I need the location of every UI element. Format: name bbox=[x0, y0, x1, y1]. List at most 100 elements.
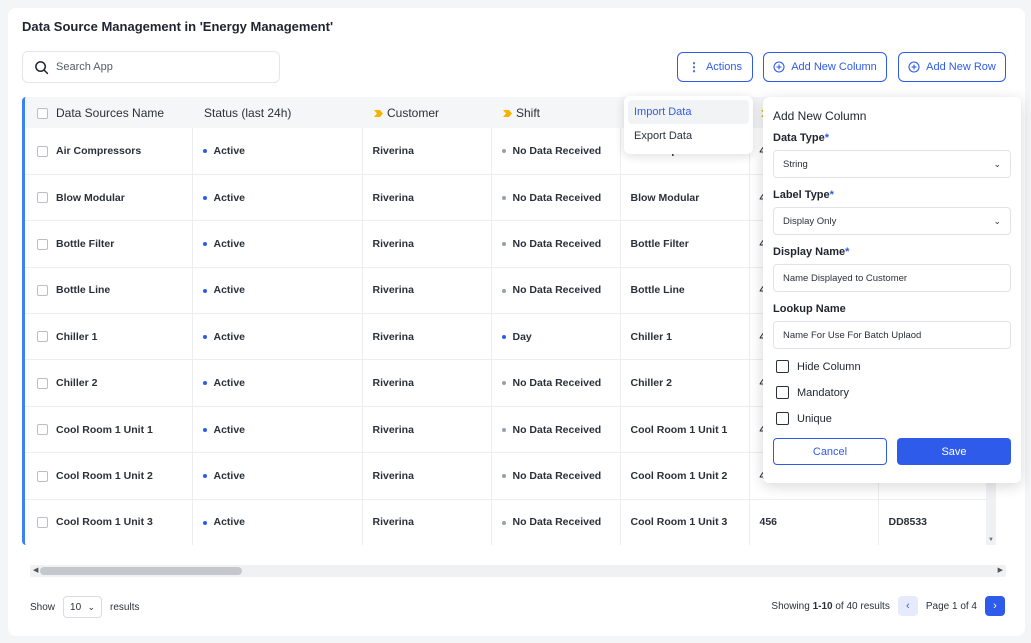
search-icon bbox=[35, 60, 49, 74]
cell-status: Active bbox=[192, 359, 363, 407]
flag-icon bbox=[503, 109, 512, 117]
table-cell: Bottle Filter bbox=[620, 220, 750, 268]
checkbox-box[interactable] bbox=[776, 360, 789, 373]
export-data-menu-item[interactable]: Export Data bbox=[628, 124, 749, 148]
unique-checkbox[interactable]: Unique bbox=[776, 412, 1011, 425]
row-checkbox[interactable] bbox=[37, 517, 48, 529]
previous-page-button[interactable]: ‹ bbox=[897, 596, 918, 616]
scroll-right-arrow-icon[interactable]: ▶ bbox=[998, 566, 1003, 574]
chevron-down-icon: ⌄ bbox=[993, 215, 1001, 226]
horizontal-scroll-thumb[interactable] bbox=[40, 567, 242, 575]
row-checkbox[interactable] bbox=[37, 285, 48, 297]
import-data-menu-item[interactable]: Import Data bbox=[628, 100, 749, 124]
cell-shift: No Data Received bbox=[491, 452, 621, 500]
table-cell: Chiller 2 bbox=[620, 359, 750, 407]
status-dot bbox=[501, 149, 506, 154]
add-new-row-button[interactable]: Add New Row bbox=[898, 52, 1006, 82]
cell-status: Active bbox=[192, 220, 363, 268]
next-page-button[interactable]: › bbox=[985, 596, 1005, 616]
table-cell: Riverina bbox=[362, 406, 492, 453]
page-title: Data Source Management in 'Energy Manage… bbox=[22, 19, 334, 34]
cell-status: Active bbox=[192, 128, 363, 175]
header-customer[interactable]: Customer bbox=[362, 97, 491, 128]
status-dot bbox=[501, 195, 506, 200]
table-cell: Riverina bbox=[362, 499, 492, 545]
table-cell: Riverina bbox=[362, 359, 492, 407]
row-checkbox[interactable] bbox=[37, 331, 48, 343]
cell-name: Blow Modular bbox=[25, 174, 193, 221]
page-indicator: Page 1 of 4 bbox=[925, 600, 977, 612]
status-dot bbox=[202, 334, 207, 339]
row-checkbox[interactable] bbox=[37, 192, 48, 204]
scroll-left-arrow-icon[interactable]: ◀ bbox=[33, 566, 38, 574]
cell-status: Active bbox=[192, 406, 363, 453]
display-name-input[interactable] bbox=[783, 272, 1001, 284]
row-checkbox[interactable] bbox=[37, 377, 48, 389]
table-cell: Blow Modular bbox=[620, 174, 750, 221]
display-name-field[interactable] bbox=[773, 264, 1011, 292]
cell-shift: No Data Received bbox=[491, 220, 621, 268]
kebab-icon: ⋮ bbox=[687, 60, 700, 74]
label-type-select[interactable]: Display Only ⌄ bbox=[773, 207, 1011, 235]
cell-name: Chiller 2 bbox=[25, 359, 193, 407]
checkbox-box[interactable] bbox=[776, 386, 789, 399]
page-size-select[interactable]: 10 ⌄ bbox=[63, 596, 103, 618]
status-dot bbox=[501, 334, 506, 339]
row-checkbox[interactable] bbox=[37, 238, 48, 250]
plus-circle-icon bbox=[908, 61, 920, 73]
row-checkbox[interactable] bbox=[37, 470, 48, 482]
panel-buttons: Cancel Save bbox=[773, 438, 1011, 465]
table-cell: Riverina bbox=[362, 267, 492, 314]
select-all-checkbox[interactable] bbox=[37, 107, 48, 119]
cell-shift: No Data Received bbox=[491, 267, 621, 314]
header-name[interactable]: Data Sources Name bbox=[25, 97, 192, 128]
table-cell: Cool Room 1 Unit 3 bbox=[620, 499, 750, 545]
status-dot bbox=[202, 427, 207, 432]
scroll-down-arrow-icon[interactable]: ▼ bbox=[986, 537, 996, 543]
hide-column-checkbox[interactable]: Hide Column bbox=[776, 360, 1011, 373]
actions-button[interactable]: ⋮ Actions bbox=[677, 52, 753, 82]
table-row[interactable]: Cool Room 1 Unit 3 Active Riverina No Data … bbox=[25, 499, 986, 545]
cell-status: Active bbox=[192, 313, 363, 360]
status-dot bbox=[202, 520, 207, 525]
lookup-name-field[interactable] bbox=[773, 321, 1011, 349]
mandatory-checkbox[interactable]: Mandatory bbox=[776, 386, 1011, 399]
row-checkbox[interactable] bbox=[37, 424, 48, 436]
search-box[interactable] bbox=[22, 51, 280, 83]
lookup-name-input[interactable] bbox=[783, 329, 1001, 341]
data-type-select[interactable]: String ⌄ bbox=[773, 150, 1011, 178]
actions-dropdown: Import Data Export Data bbox=[624, 96, 753, 154]
cell-name: Cool Room 1 Unit 2 bbox=[25, 452, 193, 500]
save-button[interactable]: Save bbox=[897, 438, 1011, 465]
cell-status: Active bbox=[192, 267, 363, 314]
table-cell: Cool Room 1 Unit 2 bbox=[620, 452, 750, 500]
table-cell: Riverina bbox=[362, 174, 492, 221]
add-new-column-button[interactable]: Add New Column bbox=[763, 52, 887, 82]
cell-status: Active bbox=[192, 174, 363, 221]
table-cell: DD8533 bbox=[878, 499, 986, 545]
status-dot bbox=[202, 288, 207, 293]
data-type-label: Data Type* bbox=[773, 132, 830, 144]
row-checkbox[interactable] bbox=[37, 145, 48, 157]
horizontal-scrollbar[interactable]: ◀ ▶ bbox=[30, 565, 1006, 577]
table-cell: Riverina bbox=[362, 220, 492, 268]
header-status[interactable]: Status (last 24h) bbox=[192, 97, 362, 128]
status-dot bbox=[501, 474, 506, 479]
status-dot bbox=[202, 149, 207, 154]
cell-shift: No Data Received bbox=[491, 499, 621, 545]
lookup-name-label: Lookup Name bbox=[773, 303, 846, 315]
cell-shift: No Data Received bbox=[491, 128, 621, 175]
chevron-down-icon: ⌄ bbox=[993, 158, 1001, 169]
table-cell: Chiller 1 bbox=[620, 313, 750, 360]
cancel-button[interactable]: Cancel bbox=[773, 438, 887, 465]
status-dot bbox=[501, 288, 506, 293]
header-shift[interactable]: Shift bbox=[491, 97, 620, 128]
chevron-right-icon: › bbox=[993, 600, 997, 612]
checkbox-box[interactable] bbox=[776, 412, 789, 425]
status-dot bbox=[501, 381, 506, 386]
search-input[interactable] bbox=[56, 61, 256, 73]
cell-name: Cool Room 1 Unit 1 bbox=[25, 406, 193, 453]
page-size-control: Show 10 ⌄ results bbox=[30, 596, 139, 618]
cell-name: Bottle Filter bbox=[25, 220, 193, 268]
table-cell: 456 bbox=[749, 499, 879, 545]
